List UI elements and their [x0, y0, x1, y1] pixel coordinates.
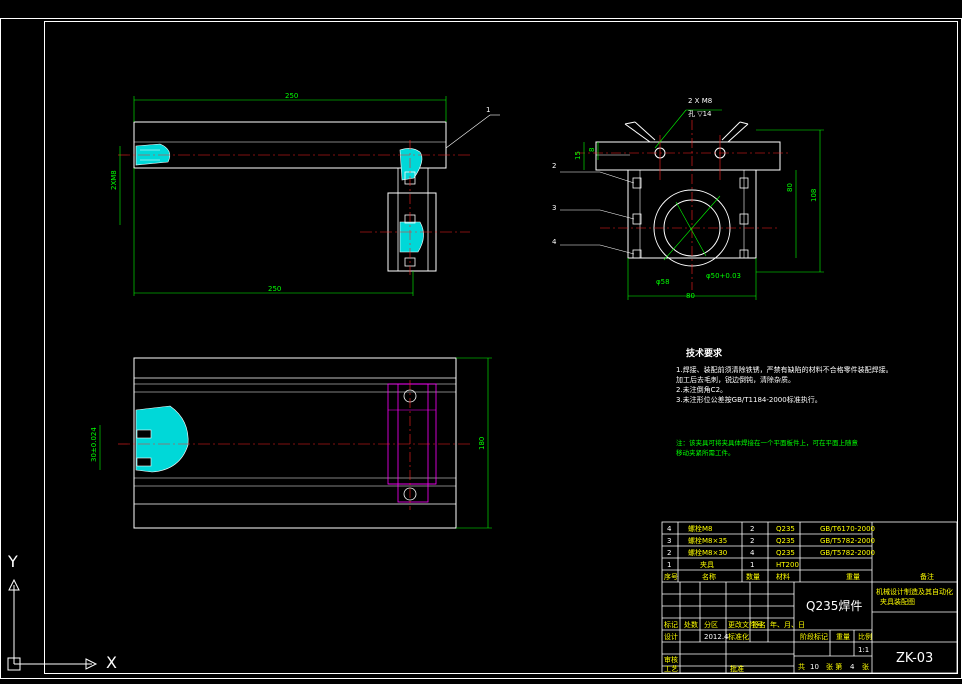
outer-frame — [0, 18, 962, 679]
bom-row-3-material: Q235 — [776, 549, 795, 557]
tb-scale: 1:1 — [858, 646, 869, 654]
bom-header-weight: 重量 — [846, 573, 860, 581]
side-dim-outer: 108 — [810, 189, 818, 202]
bom-row-4-name: 夹具 — [700, 560, 714, 569]
tech-req-line-3: 2.未注倒角C2。 — [676, 385, 727, 394]
ucs-y-label: Y — [8, 552, 18, 571]
bom-row-2-no: 3 — [667, 537, 671, 545]
top-dim-right: 180 — [478, 437, 486, 450]
top-dim-left: 30±0.024 — [90, 427, 98, 462]
tech-req-title: 技术要求 — [686, 347, 723, 359]
side-dim-inner: 80 — [786, 183, 794, 192]
side-dim-small: 15 — [574, 151, 582, 160]
bom-row-4-qty: 1 — [750, 561, 754, 569]
drawing-svg[interactable]: 250 250 2XM8 1 2 X M8 孔 ▽14 108 80 80 15… — [0, 0, 962, 680]
side-dim-width: 80 — [686, 292, 695, 300]
bom-row-3-std: GB/T5782-2000 — [820, 549, 875, 557]
bom-header-qty: 数量 — [746, 572, 760, 581]
tb-label-standard: 标准化 — [728, 632, 749, 641]
side-thread-note-1: 2 X M8 — [688, 97, 712, 105]
bom-row-2-std: GB/T5782-2000 — [820, 537, 875, 545]
tb-sheet-suffix: 张 — [862, 662, 869, 671]
side-dim-small-2: 8 — [588, 148, 596, 152]
tb-label-zone: 分区 — [704, 620, 718, 629]
front-dim-bottom: 250 — [268, 285, 281, 293]
bom-header-name: 名称 — [702, 572, 716, 581]
front-dim-left: 2XM8 — [110, 170, 118, 190]
tb-date: 2012.4 — [704, 633, 729, 641]
note-line-1: 注：该夹具可将夹具体焊接在一个平面板件上，可在平面上随意 — [676, 438, 859, 447]
bom-header-material: 材料 — [776, 572, 790, 581]
bom-row-3-name: 螺栓M8×30 — [688, 548, 727, 557]
front-part-callout: 1 — [486, 106, 490, 114]
tb-label-scale: 比例 — [858, 632, 872, 641]
top-view — [99, 357, 492, 529]
tb-label-count: 处数 — [684, 620, 698, 629]
tech-req-line-1: 1.焊接、装配前须清除铁锈，严禁有缺陷的材料不合格零件装配焊接。 — [676, 365, 893, 374]
tb-label-approve: 批准 — [730, 664, 744, 673]
side-thread-note-2: 孔 ▽14 — [688, 110, 712, 118]
tb-sheet-total-label: 共 — [798, 662, 805, 671]
tb-drawing-title: 夹具装配图 — [880, 597, 915, 606]
bom-row-4-material: HT200 — [776, 561, 799, 569]
tb-sheet-no: 4 — [850, 663, 855, 671]
inner-frame — [44, 21, 958, 674]
bom-header-remark: 备注 — [920, 572, 934, 581]
tb-company: 机械设计制造及其自动化 — [876, 587, 953, 596]
side-view — [560, 109, 824, 300]
tb-label-designer: 设计 — [664, 632, 678, 641]
bom-row-3-qty: 4 — [750, 549, 755, 557]
cad-drawing-canvas[interactable]: 250 250 2XM8 1 2 X M8 孔 ▽14 108 80 80 15… — [0, 0, 962, 680]
tb-material: Q235焊件 — [806, 598, 862, 613]
side-dim-dia-2: φ50+0.03 — [706, 272, 741, 280]
tb-sheet-label: 张 第 — [826, 662, 842, 671]
tb-label-weight: 重量 — [836, 633, 850, 641]
front-dim-top: 250 — [285, 92, 298, 100]
bom-row-1-qty: 2 — [750, 525, 754, 533]
bom-row-1-material: Q235 — [776, 525, 795, 533]
tech-req-line-2: 加工后去毛刺，锐边倒钝，清除杂质。 — [676, 375, 795, 384]
front-view — [118, 96, 500, 296]
tb-sheet-total: 10 — [810, 663, 819, 671]
tb-drawing-no: ZK-03 — [896, 651, 933, 666]
bom-row-1-no: 4 — [667, 525, 672, 533]
tb-label-mark: 标记 — [664, 620, 678, 629]
tb-label-review: 审核 — [664, 655, 678, 664]
bom-row-2-qty: 2 — [750, 537, 754, 545]
bom-row-4-no: 1 — [667, 561, 671, 569]
tb-label-stage: 阶段标记 — [800, 632, 828, 641]
note-line-2: 移动夹紧所需工件。 — [676, 448, 735, 457]
tb-label-process: 工艺 — [664, 665, 678, 673]
bom-header-no: 序号 — [664, 572, 678, 581]
tb-label-ymd: 年、月、日 — [770, 620, 805, 629]
ucs-icon — [7, 578, 98, 671]
side-dim-dia-1: φ58 — [656, 278, 670, 286]
bom-row-2-name: 螺栓M8×35 — [688, 536, 727, 545]
side-callout-3: 3 — [552, 204, 556, 212]
ucs-x-label: X — [106, 653, 117, 672]
side-callout-4: 4 — [552, 238, 557, 246]
bom-row-1-std: GB/T6170-2000 — [820, 525, 875, 533]
bom-row-1-name: 螺栓M8 — [688, 524, 713, 533]
bom-row-3-no: 2 — [667, 549, 671, 557]
tb-label-sign: 签名 — [752, 620, 766, 629]
tech-req-line-4: 3.未注形位公差按GB/T1184-2000标准执行。 — [676, 395, 822, 404]
bom-row-2-material: Q235 — [776, 537, 795, 545]
side-callout-2: 2 — [552, 162, 556, 170]
